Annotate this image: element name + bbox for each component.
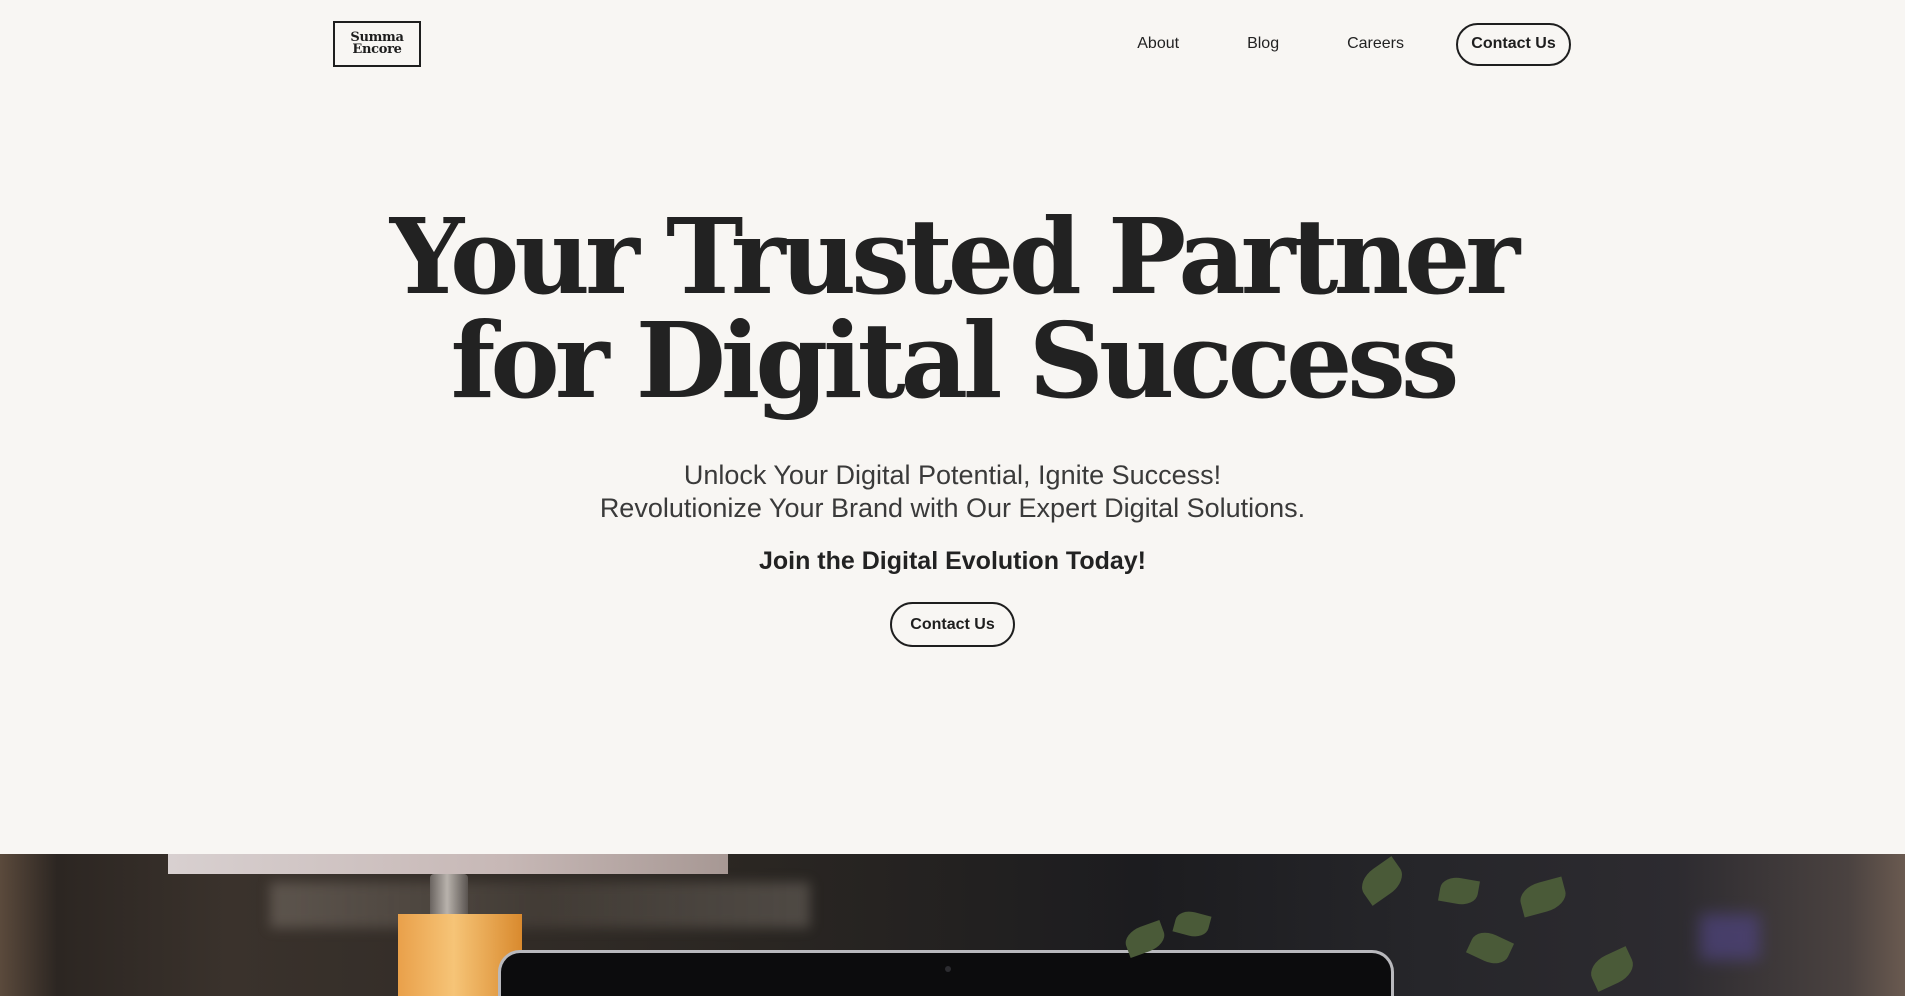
main-nav: About Blog Careers Contact Us	[1137, 0, 1571, 88]
photo-plant-leaf	[1438, 874, 1480, 908]
hero-title-line-1: Your Trusted Partner	[389, 195, 1520, 318]
hero-cta-text: Join the Digital Evolution Today!	[758, 547, 1147, 575]
hero-contact-button[interactable]: Contact Us	[890, 602, 1015, 647]
hero-photo-workspace	[0, 854, 1905, 996]
nav-link-careers[interactable]: Careers	[1347, 35, 1404, 53]
header-contact-button[interactable]: Contact Us	[1456, 22, 1571, 66]
photo-plant-leaf	[1465, 926, 1515, 970]
photo-laptop	[498, 950, 1394, 996]
photo-plant-leaf	[1516, 876, 1570, 918]
hero-section: Your Trusted Partner for Digital Success…	[0, 205, 1905, 647]
hero-subtitle-line-2: Revolutionize Your Brand with Our Expert…	[599, 493, 1306, 523]
photo-blurred-object	[1700, 914, 1760, 960]
photo-plant-leaf	[1355, 856, 1409, 906]
site-logo[interactable]: Summa Encore	[333, 21, 421, 67]
site-header: Summa Encore About Blog Careers Contact …	[0, 0, 1905, 88]
logo-line-2: Encore	[352, 42, 402, 57]
hero-title-line-2: for Digital Success	[450, 299, 1460, 422]
hero-subtitle: Unlock Your Digital Potential, Ignite Su…	[0, 459, 1905, 525]
photo-blurred-books	[270, 882, 810, 928]
photo-plant-leaf	[1585, 946, 1639, 992]
nav-link-about[interactable]: About	[1137, 35, 1179, 53]
photo-lamp-shade	[168, 854, 728, 874]
photo-plant-leaf	[1172, 908, 1212, 940]
nav-link-blog[interactable]: Blog	[1247, 35, 1279, 53]
hero-title: Your Trusted Partner for Digital Success	[0, 205, 1905, 413]
laptop-camera	[945, 966, 951, 972]
hero-subtitle-line-1: Unlock Your Digital Potential, Ignite Su…	[683, 460, 1222, 490]
